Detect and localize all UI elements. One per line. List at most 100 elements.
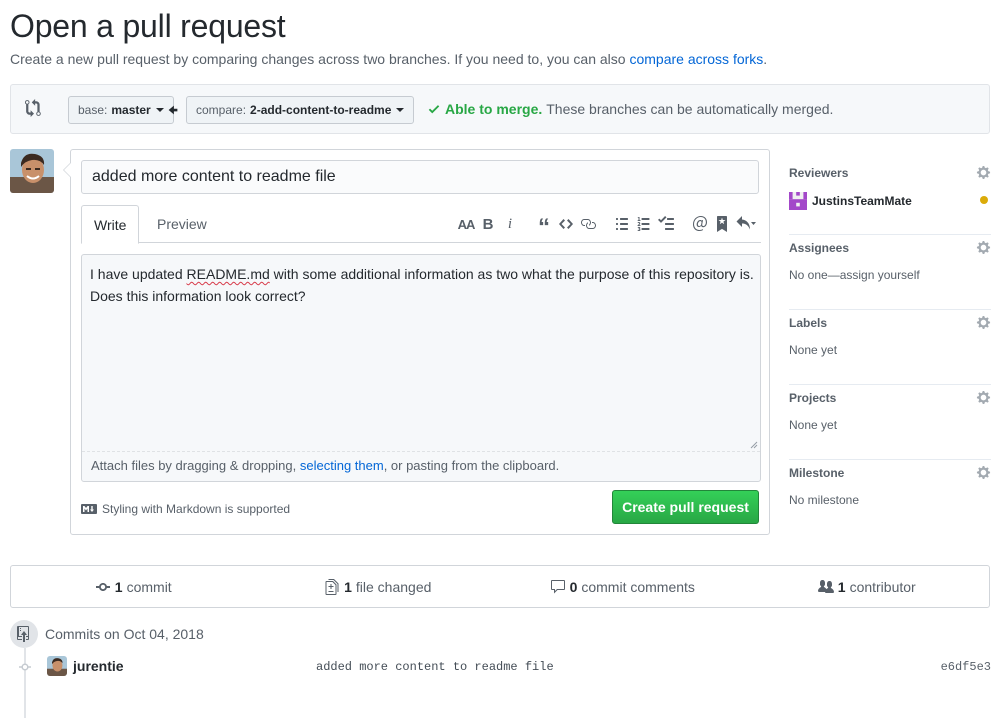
resize-grip-icon[interactable]: [750, 441, 758, 449]
create-pull-request-button[interactable]: Create pull request: [612, 490, 759, 524]
pr-body-textarea[interactable]: I have updated README.md with some addit…: [81, 254, 761, 482]
contributors-count: 1: [837, 578, 846, 595]
bold-button[interactable]: B: [477, 214, 499, 234]
code-icon: [559, 219, 573, 229]
assignees-heading[interactable]: Assignees: [789, 241, 849, 255]
tab-preview[interactable]: Preview: [145, 205, 219, 244]
link-button[interactable]: [577, 214, 599, 234]
commit-message[interactable]: added more content to readme file: [316, 660, 554, 674]
reviewers-section: Reviewers JustinsTeamMate: [789, 160, 991, 235]
commits-tab[interactable]: 1 commit: [11, 566, 256, 607]
timeline-line: [24, 648, 26, 718]
labels-value: None yet: [789, 343, 838, 357]
numbered-list-button[interactable]: [633, 214, 655, 234]
avatar-image: [47, 656, 67, 676]
bullet-list-button[interactable]: [611, 214, 633, 234]
commit-dot-icon: [19, 663, 31, 671]
pull-request-form: added more content to readme file Write …: [63, 149, 770, 535]
compare-branch-select[interactable]: compare: 2-add-content-to-readme: [186, 96, 415, 124]
commit-author[interactable]: jurentie: [73, 658, 124, 674]
task-list-icon: [658, 216, 674, 230]
discussion-sidebar: Reviewers JustinsTeamMate Assignees No o…: [789, 160, 991, 535]
arrow-left-icon: [168, 105, 178, 115]
gear-icon[interactable]: [976, 465, 991, 480]
markdown-note-text: Styling with Markdown is supported: [102, 502, 291, 516]
review-pending-dot: [980, 196, 988, 204]
mention-icon: [693, 216, 707, 231]
mention-button[interactable]: [689, 214, 711, 234]
quote-icon: “: [538, 214, 550, 241]
branch-range-bar: base: master compare: 2-add-content-to-r…: [10, 84, 990, 134]
pr-body-text: I have updated README.md with some addit…: [90, 263, 754, 453]
comment-icon: [550, 579, 565, 593]
gear-icon[interactable]: [976, 240, 991, 255]
avatar-image: [10, 149, 54, 193]
pr-title-input[interactable]: added more content to readme file: [81, 160, 759, 194]
gear-icon[interactable]: [976, 165, 991, 180]
quote-button[interactable]: “: [533, 214, 555, 240]
git-commit-icon: [95, 582, 110, 591]
reviewers-heading[interactable]: Reviewers: [789, 166, 848, 180]
commit-sha[interactable]: e6df5e3: [941, 660, 991, 674]
reply-button[interactable]: [733, 214, 759, 234]
commit-row: jurentie added more content to readme fi…: [47, 656, 991, 678]
milestone-heading[interactable]: Milestone: [789, 466, 844, 480]
files-label: file changed: [355, 578, 432, 595]
body-rest: with some additional information as two …: [269, 266, 754, 282]
markdown-toolbar: AA B i “: [455, 214, 759, 240]
tab-write[interactable]: Write: [81, 205, 140, 244]
task-list-button[interactable]: [655, 214, 677, 234]
milestone-value: No milestone: [789, 493, 860, 507]
commit-comments-tab[interactable]: 0 commit comments: [500, 566, 745, 607]
body-prefix: I have updated: [90, 266, 187, 282]
link-icon: [581, 219, 596, 229]
compare-across-forks-link[interactable]: compare across forks: [629, 51, 763, 67]
attach-files-bar[interactable]: Attach files by dragging & dropping, sel…: [82, 451, 760, 481]
body-line-2: Does this information look correct?: [90, 288, 306, 304]
organization-icon: [817, 579, 834, 593]
contributors-tab[interactable]: 1 contributor: [745, 566, 990, 607]
compare-prefix: compare:: [196, 103, 247, 117]
files-changed-tab[interactable]: 1 file changed: [256, 566, 501, 607]
merge-ok-text: Able to merge.: [445, 101, 543, 117]
selecting-them-link[interactable]: selecting them: [300, 458, 384, 473]
user-avatar[interactable]: [10, 149, 54, 193]
reviewer-name: JustinsTeamMate: [812, 194, 912, 208]
comments-label: commit comments: [581, 578, 695, 595]
editor-tabs: Write Preview AA B i “: [81, 205, 761, 244]
commits-date-heading: Commits on Oct 04, 2018: [10, 620, 204, 648]
italic-icon: i: [507, 215, 513, 232]
gear-icon[interactable]: [976, 315, 991, 330]
code-button[interactable]: [555, 214, 577, 234]
italic-button[interactable]: i: [499, 214, 521, 234]
numbered-list-icon: [637, 217, 650, 231]
compare-branch-name: 2-add-content-to-readme: [250, 103, 392, 117]
reviewer-item[interactable]: JustinsTeamMate: [789, 192, 912, 210]
check-icon: [428, 105, 440, 114]
merge-status: Able to merge. These branches can be aut…: [427, 101, 833, 117]
projects-value: None yet: [789, 418, 838, 432]
assignees-value[interactable]: No one—assign yourself: [789, 268, 920, 282]
gear-icon[interactable]: [976, 390, 991, 405]
commits-label: commit: [126, 578, 172, 595]
projects-heading[interactable]: Projects: [789, 391, 836, 405]
pr-summary-bar: 1 commit 1 file changed 0 commit comments 1…: [10, 565, 990, 608]
commit-author-avatar[interactable]: [47, 656, 67, 676]
labels-section: Labels None yet: [789, 310, 991, 385]
projects-section: Projects None yet: [789, 385, 991, 460]
base-prefix: base:: [78, 103, 108, 117]
header-text-icon: AA: [457, 216, 476, 232]
caret-down-icon: [155, 108, 164, 112]
repo-push-icon: [17, 626, 29, 642]
merge-detail-text: These branches can be automatically merg…: [546, 101, 834, 117]
markdown-icon: [81, 504, 97, 514]
body-misspelled-word: README.md: [186, 266, 270, 282]
attach-suffix: , or pasting from the clipboard.: [383, 458, 560, 473]
caret-down-icon: [396, 108, 405, 112]
base-branch-select[interactable]: base: master: [68, 96, 174, 124]
markdown-supported-note[interactable]: Styling with Markdown is supported: [81, 502, 290, 516]
contributors-label: contributor: [849, 578, 916, 595]
header-text-button[interactable]: AA: [455, 214, 477, 234]
labels-heading[interactable]: Labels: [789, 316, 827, 330]
saved-reply-button[interactable]: [711, 214, 733, 234]
